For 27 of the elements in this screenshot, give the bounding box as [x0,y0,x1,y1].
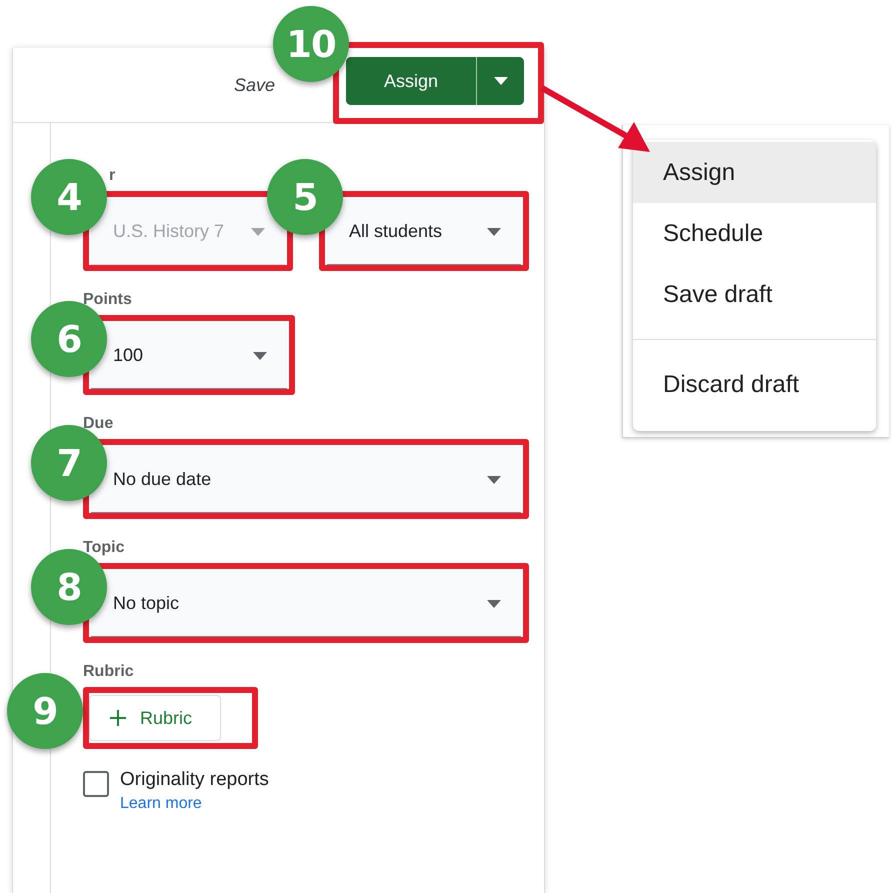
checkbox[interactable] [83,771,109,797]
dropdown-field[interactable]: All students [327,199,521,265]
save-status: Save [234,74,275,96]
dropdown-field[interactable]: No due date [91,447,521,513]
checkbox-label: Originality reports [120,769,269,791]
step-number-badge: 5 [267,159,343,235]
plus-icon [110,710,126,726]
dropdown-caret-icon [253,352,267,360]
dropdown-field[interactable]: 100 [91,323,287,389]
step-number-badge: 4 [31,159,107,235]
step-number-badge: 10 [273,6,349,82]
dropdown-field[interactable]: No topic [91,571,521,637]
dropdown-arrow-button[interactable] [476,57,524,105]
field-label: r [108,167,116,185]
menu-item[interactable]: Save draft [633,264,876,325]
step-number-badge: 9 [7,673,83,749]
field-label: Rubric [83,663,135,681]
learn-more-link[interactable]: Learn more [120,795,202,813]
dropdown-caret-icon [487,476,501,484]
dropdown-caret-icon [494,77,508,85]
dropdown-caret-icon [487,228,501,236]
dropdown-caret-icon [251,228,265,236]
menu-item[interactable]: Schedule [633,203,876,264]
add-rubric-button[interactable]: Rubric [89,695,221,741]
menu-item[interactable]: Discard draft [633,354,876,415]
dropdown-caret-icon [487,600,501,608]
menu-item[interactable]: Assign [633,142,876,203]
